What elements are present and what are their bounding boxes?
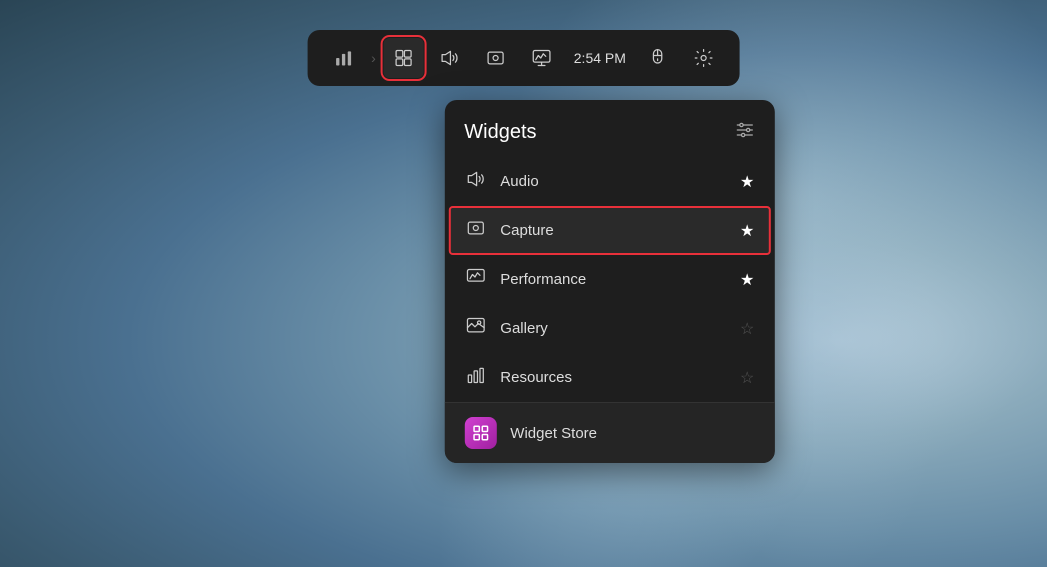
capture-icon: [486, 48, 506, 68]
widget-audio-label: Audio: [500, 173, 726, 190]
widget-item-resources[interactable]: Resources ☆: [444, 353, 774, 402]
widget-audio-star[interactable]: ★: [740, 172, 754, 192]
taskbar-settings[interactable]: [684, 38, 724, 78]
audio-icon: [464, 169, 486, 194]
xbox-widget-icon: [394, 48, 414, 68]
bar-chart-icon: [333, 48, 353, 68]
widgets-header: Widgets: [444, 100, 774, 157]
gear-icon: [694, 48, 714, 68]
widgets-title: Widgets: [464, 121, 536, 144]
resources-widget-icon: [464, 365, 486, 390]
taskbar-audio[interactable]: [430, 38, 470, 78]
taskbar-time: 2:54 PM: [568, 38, 632, 78]
taskbar-xbox-game-bar[interactable]: [384, 38, 424, 78]
widget-store-label: Widget Store: [510, 425, 597, 442]
widget-performance-star[interactable]: ★: [740, 270, 754, 290]
widget-performance-label: Performance: [500, 271, 726, 288]
widgets-panel: Widgets Audio ★: [444, 100, 774, 463]
widget-item-performance[interactable]: Performance ★: [444, 255, 774, 304]
taskbar-performance[interactable]: [522, 38, 562, 78]
widget-capture-label: Capture: [500, 222, 726, 239]
performance-widget-icon: [464, 267, 486, 292]
widget-item-gallery[interactable]: Gallery ☆: [444, 304, 774, 353]
taskbar-mouse[interactable]: [638, 38, 678, 78]
performance-icon: [532, 48, 552, 68]
widget-gallery-star[interactable]: ☆: [740, 319, 754, 339]
speaker-icon: [440, 48, 460, 68]
widget-capture-star[interactable]: ★: [740, 221, 754, 241]
widget-resources-label: Resources: [500, 369, 726, 386]
widget-store-item[interactable]: Widget Store: [444, 402, 774, 463]
gallery-widget-icon: [464, 316, 486, 341]
mouse-icon: [648, 48, 668, 68]
taskbar-separator: ›: [371, 50, 376, 66]
widget-gallery-label: Gallery: [500, 320, 726, 337]
taskbar-capture[interactable]: [476, 38, 516, 78]
widget-store-icon: [464, 417, 496, 449]
widget-resources-star[interactable]: ☆: [740, 368, 754, 388]
sliders-icon: [734, 120, 754, 140]
widget-item-capture[interactable]: Capture ★: [448, 206, 770, 255]
taskbar: › 2:54 PM: [307, 30, 740, 86]
taskbar-pinned-widgets[interactable]: [323, 38, 363, 78]
capture-widget-icon: [464, 218, 486, 243]
widgets-settings-button[interactable]: [734, 120, 754, 145]
widget-item-audio[interactable]: Audio ★: [444, 157, 774, 206]
